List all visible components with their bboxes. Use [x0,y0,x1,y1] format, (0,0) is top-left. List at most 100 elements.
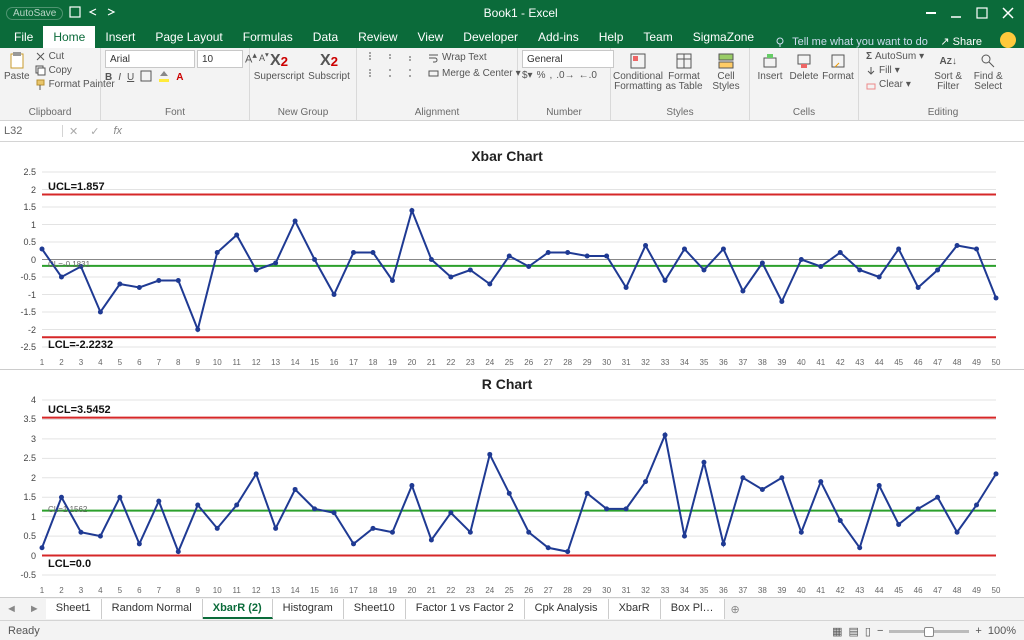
x-tick-label: 31 [622,358,631,367]
enter-formula-icon[interactable]: ✓ [84,125,105,138]
wrap-text-button[interactable]: Wrap Text [425,51,490,64]
sheet-tab[interactable]: XbarR (2) [203,599,273,619]
cell-styles-button[interactable]: Cell Styles [707,50,745,94]
tab-formulas[interactable]: Formulas [233,26,303,48]
tell-me-input[interactable]: Tell me what you want to do [792,36,928,48]
cancel-formula-icon[interactable]: ✕ [63,125,84,138]
autosum-button[interactable]: Σ AutoSum ▾ [863,50,927,63]
conditional-formatting-button[interactable]: Conditional Formatting [615,50,661,94]
x-tick-label: 46 [914,586,923,595]
x-tick-label: 30 [602,586,611,595]
fill-color-button[interactable] [158,70,170,85]
dec-decimal-icon[interactable]: ←.0 [579,70,597,81]
superscript-button[interactable]: X2 Superscript [254,50,304,84]
new-sheet-icon[interactable]: ⊕ [725,603,746,616]
border-button[interactable] [140,70,152,85]
ribbon-tabs: FileHomeInsertPage LayoutFormulasDataRev… [0,26,1024,48]
sheet-tab[interactable]: Cpk Analysis [525,599,609,619]
underline-button[interactable]: U [127,72,134,83]
align-center-icon[interactable] [381,66,397,80]
sheet-nav-prev-icon[interactable]: ◄ [0,603,23,615]
group-label: New Group [254,107,352,120]
tab-page-layout[interactable]: Page Layout [145,26,232,48]
number-format-select[interactable] [522,50,614,68]
tab-insert[interactable]: Insert [95,26,145,48]
merge-center-button[interactable]: Merge & Center ▾ [425,67,524,80]
fill-button[interactable]: Fill ▾ [863,64,927,77]
redo-icon[interactable] [105,6,117,21]
font-color-button[interactable]: A [176,72,183,83]
x-tick-label: 32 [641,358,650,367]
percent-icon[interactable]: % [537,70,546,81]
zoom-in-icon[interactable]: + [975,625,981,637]
x-tick-label: 39 [777,358,786,367]
ribbon: Paste Cut Copy Format Painter Clipboard … [0,48,1024,121]
sheet-nav-next-icon[interactable]: ► [23,603,46,615]
view-normal-icon[interactable]: ▦ [832,625,842,638]
x-tick-label: 37 [738,358,747,367]
close-icon[interactable] [1002,7,1014,19]
sheet-tab[interactable]: Histogram [273,599,344,619]
x-tick-label: 5 [118,586,122,595]
x-tick-label: 49 [972,358,981,367]
sheet-tab[interactable]: Box Pl… [661,599,725,619]
zoom-slider[interactable] [889,630,969,633]
sheet-tab[interactable]: Factor 1 vs Factor 2 [406,599,525,619]
autosave-pill[interactable]: AutoSave [6,7,63,20]
zoom-level[interactable]: 100% [988,625,1016,637]
comma-icon[interactable]: , [550,70,553,81]
x-tick-label: 4 [98,586,102,595]
sheet-tab[interactable]: Random Normal [102,599,203,619]
tab-home[interactable]: Home [43,26,95,48]
font-name-select[interactable] [105,50,195,68]
insert-cells-button[interactable]: Insert [754,50,786,84]
account-avatar[interactable] [1000,32,1016,48]
ucl-label: UCL=3.5452 [48,404,111,416]
minimize-icon[interactable] [950,7,962,19]
sort-filter-button[interactable]: AZ↓Sort & Filter [929,50,967,94]
view-layout-icon[interactable]: ▤ [849,625,859,638]
x-tick-label: 10 [213,358,222,367]
x-tick-label: 2 [59,586,63,595]
align-bottom-icon[interactable] [401,50,417,64]
align-left-icon[interactable] [361,66,377,80]
bold-button[interactable]: B [105,72,112,83]
tab-review[interactable]: Review [348,26,407,48]
sheet-tab[interactable]: Sheet10 [344,599,406,619]
align-right-icon[interactable] [401,66,417,80]
paste-button[interactable]: Paste [4,50,30,84]
font-size-select[interactable] [197,50,243,68]
tab-data[interactable]: Data [303,26,348,48]
x-tick-label: 40 [797,358,806,367]
undo-icon[interactable] [87,6,99,21]
tab-developer[interactable]: Developer [453,26,528,48]
tab-sigmazone[interactable]: SigmaZone [683,26,764,48]
tab-add-ins[interactable]: Add-ins [528,26,589,48]
tab-help[interactable]: Help [589,26,634,48]
share-button[interactable]: ↗ Share [930,35,992,48]
format-cells-button[interactable]: Format [822,50,854,84]
maximize-icon[interactable] [976,7,988,19]
clear-button[interactable]: Clear ▾ [863,78,927,91]
align-middle-icon[interactable] [381,50,397,64]
inc-decimal-icon[interactable]: .0→ [556,70,574,81]
format-as-table-button[interactable]: Format as Table [663,50,705,94]
view-pagebreak-icon[interactable]: ▯ [865,625,871,638]
align-top-icon[interactable] [361,50,377,64]
sheet-tab[interactable]: XbarR [609,599,661,619]
sheet-tab[interactable]: Sheet1 [46,599,102,619]
delete-cells-button[interactable]: Delete [788,50,820,84]
window-title: Book1 - Excel [117,6,924,20]
find-select-button[interactable]: Find & Select [969,50,1007,94]
save-icon[interactable] [69,6,81,21]
subscript-button[interactable]: X2 Subscript [306,50,352,84]
ribbon-options-icon[interactable] [924,7,936,19]
tab-view[interactable]: View [408,26,454,48]
name-box[interactable]: L32 [0,125,63,137]
zoom-out-icon[interactable]: − [877,625,883,637]
italic-button[interactable]: I [118,72,121,83]
currency-icon[interactable]: $▾ [522,70,533,81]
tab-team[interactable]: Team [633,26,682,48]
fx-icon[interactable]: fx [105,125,130,137]
tab-file[interactable]: File [4,26,43,48]
